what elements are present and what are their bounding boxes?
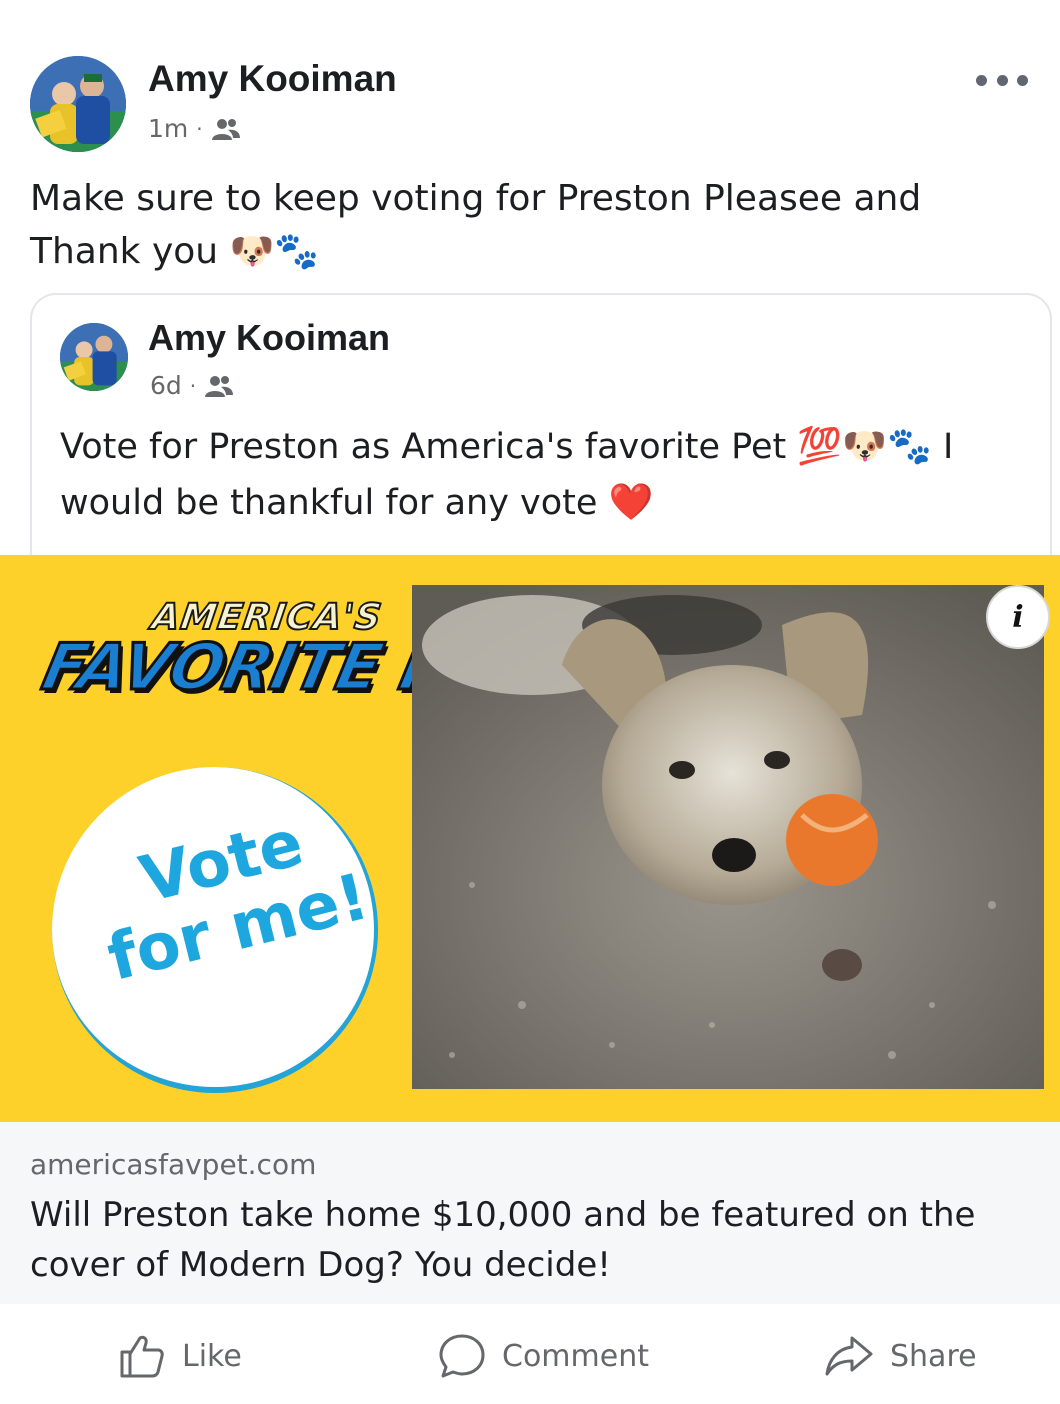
share-label: Share: [890, 1338, 977, 1374]
meta-separator: ·: [196, 116, 203, 141]
share-icon: [825, 1336, 873, 1376]
shared-post-text: Vote for Preston as America's favorite P…: [60, 419, 1020, 531]
link-domain: americasfavpet.com: [30, 1148, 317, 1181]
shared-post-meta: 6d ·: [150, 371, 234, 400]
post-emojis: 🐶🐾: [229, 231, 320, 272]
link-title: Will Preston take home $10,000 and be fe…: [30, 1195, 976, 1285]
like-label: Like: [182, 1338, 242, 1374]
post-text: Make sure to keep voting for Preston Ple…: [30, 172, 1040, 278]
link-caption[interactable]: americasfavpet.com Will Preston take hom…: [0, 1122, 1060, 1304]
share-button[interactable]: Share: [824, 1332, 977, 1380]
dog-photo: [412, 585, 1044, 1089]
vote-badge: Vote for me!: [52, 767, 378, 1093]
more-options-icon[interactable]: [976, 68, 1028, 92]
post-header: Amy Kooiman 1m ·: [30, 56, 1030, 156]
shared-post-header: Amy Kooiman 6d ·: [60, 317, 960, 400]
author-avatar[interactable]: [30, 56, 126, 152]
shared-emojis-mid: 💯🐶🐾: [797, 426, 932, 467]
author-name[interactable]: Amy Kooiman: [148, 58, 397, 100]
shared-author-name[interactable]: Amy Kooiman: [148, 317, 390, 359]
friends-icon: [211, 118, 240, 140]
comment-icon: [439, 1334, 485, 1378]
post-time[interactable]: 1m: [148, 114, 188, 143]
friends-icon: [205, 375, 234, 397]
shared-text-part1: Vote for Preston as America's favorite P…: [60, 427, 787, 467]
heart-emoji: ❤️: [608, 482, 654, 523]
info-icon[interactable]: i: [986, 585, 1050, 649]
like-button[interactable]: Like: [118, 1332, 242, 1380]
link-preview-image[interactable]: AMERICA'S FAVORITE PET Vote for me! i: [0, 555, 1060, 1122]
vote-badge-text: Vote for me!: [78, 795, 383, 996]
shared-post-time[interactable]: 6d: [150, 371, 182, 400]
post-meta: 1m ·: [148, 114, 241, 143]
comment-button[interactable]: Comment: [438, 1332, 649, 1380]
action-bar: Like Comment Share: [0, 1304, 1060, 1404]
shared-post-card[interactable]: Amy Kooiman 6d · Vote for Preston as Ame…: [30, 293, 1052, 563]
comment-label: Comment: [502, 1338, 649, 1374]
shared-author-avatar[interactable]: [60, 323, 128, 391]
meta-separator: ·: [189, 373, 197, 398]
thumbs-up-icon: [120, 1335, 164, 1378]
post-text-body: Make sure to keep voting for Preston Ple…: [30, 178, 922, 272]
